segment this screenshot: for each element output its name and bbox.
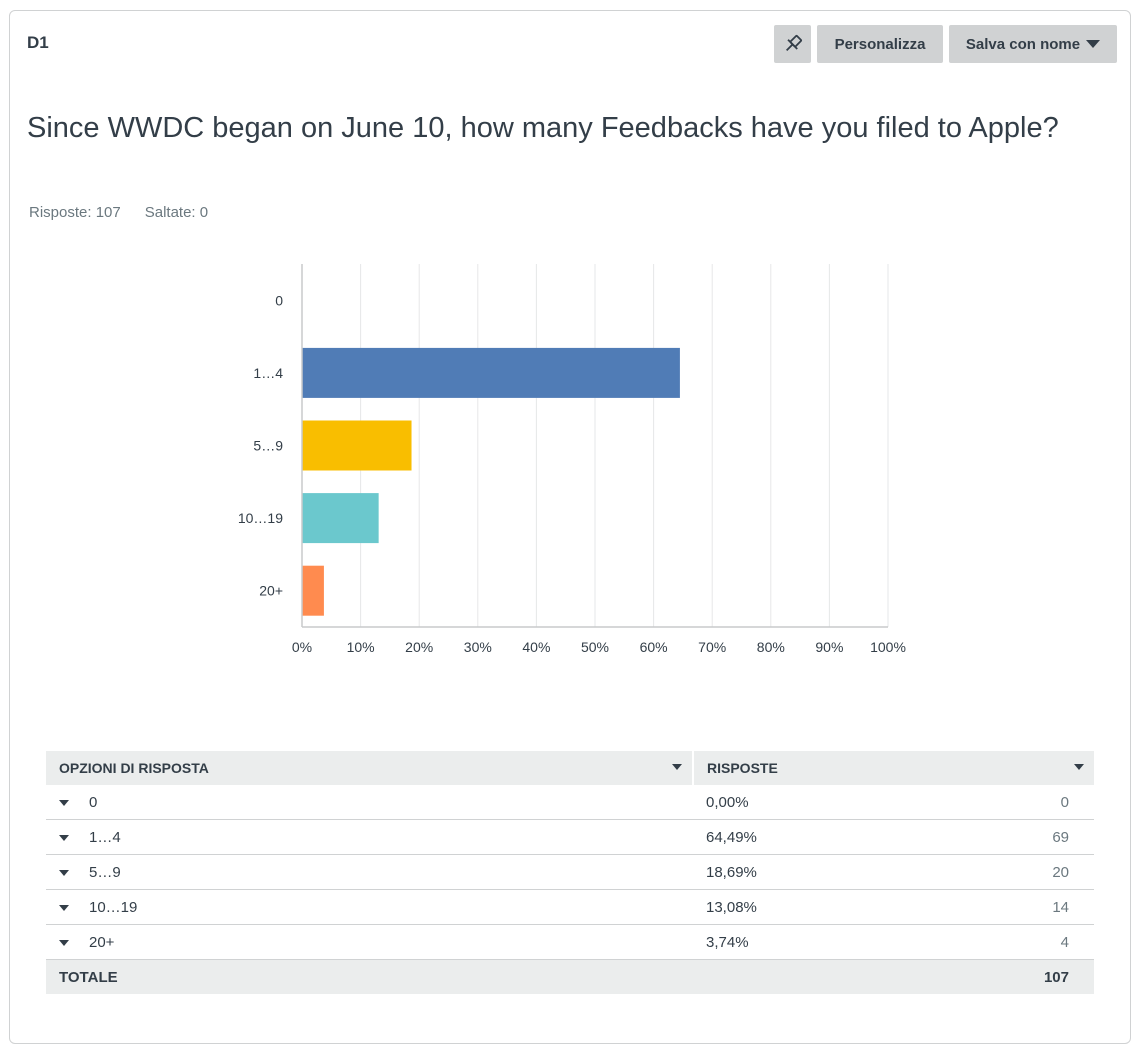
bar-chart: 0 1…4 5…9 10…19 20+ 0% 10% 20% 30% 40% 50% 60% 70% 80…	[238, 264, 906, 655]
answer-option[interactable]: 1…4	[46, 819, 693, 855]
answer-option[interactable]: 20+	[46, 924, 693, 960]
x-tick-label: 80%	[757, 639, 785, 655]
answer-option[interactable]: 0	[46, 785, 693, 820]
answer-option-label: 10…19	[89, 898, 138, 916]
category-label: 20+	[259, 583, 283, 599]
bar	[302, 347, 680, 398]
response-count: 4	[869, 924, 1094, 960]
table-row: 0 0,00% 0	[46, 785, 1094, 820]
expand-caret-icon[interactable]	[59, 939, 69, 946]
responses-table: OPZIONI DI RISPOSTA RISPOSTE 0 0,00% 0 1…	[46, 751, 1094, 994]
sort-caret-icon	[672, 764, 682, 770]
response-percent: 18,69%	[693, 854, 869, 890]
x-tick-label: 20%	[405, 639, 433, 655]
x-tick-label: 10%	[347, 639, 375, 655]
response-count: 69	[869, 819, 1094, 855]
x-tick-label: 0%	[292, 639, 312, 655]
header-responses-label: RISPOSTE	[707, 760, 778, 776]
answer-option-label: 0	[89, 793, 98, 811]
bar	[302, 420, 412, 471]
answer-option-label: 1…4	[89, 828, 121, 846]
answer-option-label: 5…9	[89, 863, 121, 881]
response-count: 0	[869, 785, 1094, 820]
x-tick-label: 30%	[464, 639, 492, 655]
sort-caret-icon	[1074, 764, 1084, 770]
table-row: 10…19 13,08% 14	[46, 889, 1094, 925]
table-row: 1…4 64,49% 69	[46, 819, 1094, 855]
response-percent: 0,00%	[693, 785, 869, 820]
response-count: 20	[869, 854, 1094, 890]
x-tick-label: 70%	[698, 639, 726, 655]
category-label: 1…4	[253, 365, 283, 381]
expand-caret-icon[interactable]	[59, 869, 69, 876]
answer-option[interactable]: 5…9	[46, 854, 693, 890]
header-responses[interactable]: RISPOSTE	[693, 751, 1094, 785]
category-label: 10…19	[238, 510, 283, 526]
category-label: 0	[275, 292, 283, 308]
expand-caret-icon[interactable]	[59, 834, 69, 841]
answer-option-label: 20+	[89, 933, 115, 951]
total-row: TOTALE 107	[46, 959, 1094, 994]
response-percent: 64,49%	[693, 819, 869, 855]
bar	[302, 493, 379, 544]
x-tick-label: 90%	[815, 639, 843, 655]
bar	[302, 565, 324, 616]
response-percent: 3,74%	[693, 924, 869, 960]
expand-caret-icon[interactable]	[59, 799, 69, 806]
x-tick-label: 40%	[522, 639, 550, 655]
x-tick-label: 50%	[581, 639, 609, 655]
total-count: 107	[869, 959, 1094, 994]
x-tick-label: 60%	[640, 639, 668, 655]
table-row: 5…9 18,69% 20	[46, 854, 1094, 890]
response-count: 14	[869, 889, 1094, 925]
total-spacer	[693, 959, 869, 994]
header-answer-options-label: OPZIONI DI RISPOSTA	[59, 760, 209, 776]
x-tick-label: 100%	[870, 639, 906, 655]
table-row: 20+ 3,74% 4	[46, 924, 1094, 960]
expand-caret-icon[interactable]	[59, 904, 69, 911]
answer-option[interactable]: 10…19	[46, 889, 693, 925]
category-label: 5…9	[253, 438, 283, 454]
header-answer-options[interactable]: OPZIONI DI RISPOSTA	[46, 751, 694, 785]
total-label: TOTALE	[46, 959, 693, 994]
response-percent: 13,08%	[693, 889, 869, 925]
